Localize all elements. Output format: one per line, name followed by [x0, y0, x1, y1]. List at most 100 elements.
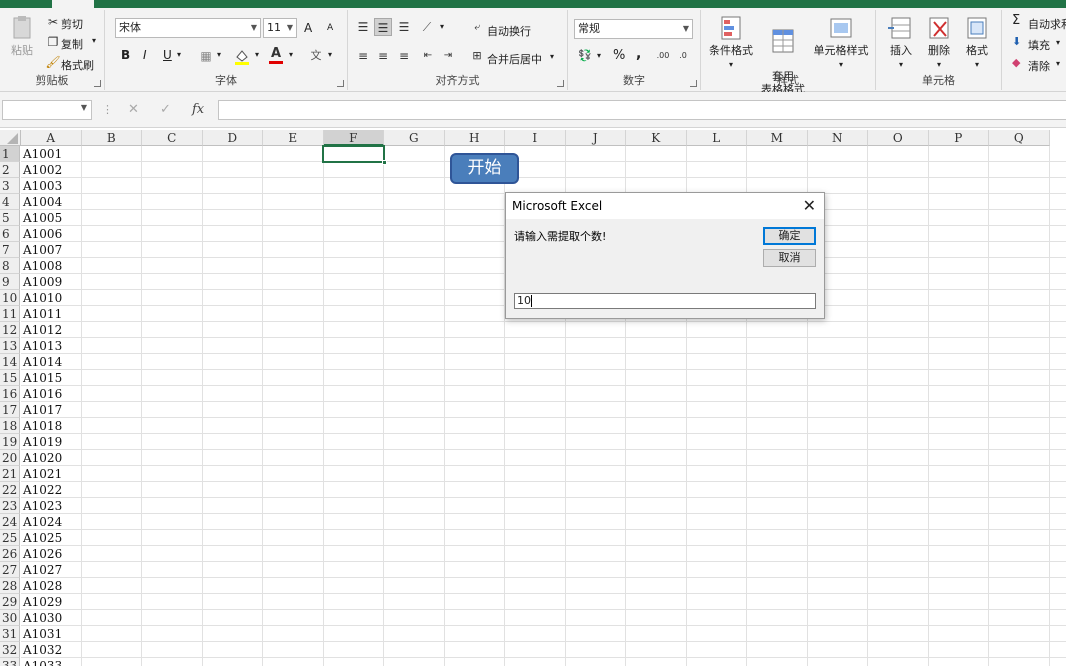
cell-a24[interactable]: A1024: [21, 514, 81, 530]
format-button[interactable]: 格式 ▾: [958, 14, 996, 71]
row-header-6[interactable]: 6: [0, 226, 20, 242]
phonetic-dropdown-icon[interactable]: ▾: [328, 50, 332, 59]
row-header-16[interactable]: 16: [0, 386, 20, 402]
border-icon[interactable]: ▦: [197, 47, 215, 65]
cell-a6[interactable]: A1006: [21, 226, 81, 242]
start-button[interactable]: 开始: [450, 153, 519, 184]
row-header-14[interactable]: 14: [0, 354, 20, 370]
row-header-33[interactable]: 33: [0, 658, 20, 666]
alignment-launcher-icon[interactable]: [557, 80, 564, 87]
count-input[interactable]: 10: [514, 293, 816, 309]
close-icon[interactable]: ✕: [803, 196, 816, 215]
insert-function-icon[interactable]: fx: [192, 102, 204, 117]
row-header-29[interactable]: 29: [0, 594, 20, 610]
column-header-q[interactable]: Q: [989, 130, 1050, 146]
ok-button[interactable]: 确定: [763, 227, 816, 245]
align-bottom-icon[interactable]: ☰: [395, 18, 413, 36]
column-header-b[interactable]: B: [81, 130, 142, 146]
insert-button[interactable]: 插入 ▾: [882, 14, 920, 71]
column-header-n[interactable]: N: [807, 130, 868, 146]
cancel-icon[interactable]: ✕: [128, 102, 139, 117]
row-header-23[interactable]: 23: [0, 498, 20, 514]
cell-a5[interactable]: A1005: [21, 210, 81, 226]
row-header-7[interactable]: 7: [0, 242, 20, 258]
percent-button[interactable]: %: [613, 48, 625, 63]
row-header-5[interactable]: 5: [0, 210, 20, 226]
underline-dropdown-icon[interactable]: ▾: [177, 50, 181, 59]
paste-button[interactable]: 粘贴: [4, 14, 40, 57]
fill-dropdown-icon[interactable]: ▾: [255, 50, 259, 59]
bold-button[interactable]: B: [121, 48, 130, 62]
column-header-c[interactable]: C: [142, 130, 203, 146]
phonetic-icon[interactable]: 文: [307, 47, 325, 65]
row-header-13[interactable]: 13: [0, 338, 20, 354]
column-header-d[interactable]: D: [202, 130, 263, 146]
column-header-g[interactable]: G: [384, 130, 445, 146]
cell-a14[interactable]: A1014: [21, 354, 81, 370]
column-header-l[interactable]: L: [686, 130, 747, 146]
orientation-icon[interactable]: ⟋: [418, 18, 436, 36]
row-header-32[interactable]: 32: [0, 642, 20, 658]
number-launcher-icon[interactable]: [690, 80, 697, 87]
clipboard-launcher-icon[interactable]: [94, 80, 101, 87]
row-header-9[interactable]: 9: [0, 274, 20, 290]
border-dropdown-icon[interactable]: ▾: [217, 50, 221, 59]
italic-button[interactable]: I: [143, 48, 147, 62]
conditional-formatting-button[interactable]: 条件格式 ▾: [707, 14, 755, 71]
row-header-21[interactable]: 21: [0, 466, 20, 482]
chevron-down-icon[interactable]: ▼: [81, 103, 87, 112]
font-name-select[interactable]: 宋体 ▼: [115, 18, 261, 38]
cell-a4[interactable]: A1004: [21, 194, 81, 210]
row-header-4[interactable]: 4: [0, 194, 20, 210]
row-header-2[interactable]: 2: [0, 162, 20, 178]
column-header-a[interactable]: A: [21, 130, 82, 146]
row-header-12[interactable]: 12: [0, 322, 20, 338]
cancel-button[interactable]: 取消: [763, 249, 816, 267]
column-header-k[interactable]: K: [626, 130, 687, 146]
row-header-19[interactable]: 19: [0, 434, 20, 450]
column-header-h[interactable]: H: [444, 130, 505, 146]
font-size-select[interactable]: 11 ▼: [263, 18, 297, 38]
column-header-p[interactable]: P: [928, 130, 989, 146]
fill-color-icon[interactable]: [233, 47, 251, 65]
row-header-11[interactable]: 11: [0, 306, 20, 322]
row-header-10[interactable]: 10: [0, 290, 20, 306]
decrease-font-button[interactable]: A: [327, 23, 333, 33]
wrap-text-button[interactable]: 自动换行: [487, 23, 531, 39]
cell-a3[interactable]: A1003: [21, 178, 81, 194]
select-all-corner[interactable]: [0, 130, 21, 146]
fill-dropdown-icon[interactable]: ▾: [1056, 38, 1060, 47]
cell-a11[interactable]: A1011: [21, 306, 81, 322]
row-header-24[interactable]: 24: [0, 514, 20, 530]
cell-a12[interactable]: A1012: [21, 322, 81, 338]
cell-a22[interactable]: A1022: [21, 482, 81, 498]
cell-a29[interactable]: A1029: [21, 594, 81, 610]
active-tab-indicator[interactable]: [52, 0, 94, 8]
cell-a28[interactable]: A1028: [21, 578, 81, 594]
cell-a27[interactable]: A1027: [21, 562, 81, 578]
number-format-select[interactable]: 常规 ▼: [574, 19, 693, 39]
fill-button[interactable]: 填充: [1028, 37, 1050, 53]
increase-indent-icon[interactable]: ⇥: [439, 47, 457, 65]
font-color-dropdown-icon[interactable]: ▾: [289, 50, 293, 59]
copy-dropdown-icon[interactable]: ▾: [92, 36, 96, 45]
align-top-icon[interactable]: ☰: [354, 18, 372, 36]
merge-center-button[interactable]: 合并后居中: [487, 51, 542, 67]
cell-styles-button[interactable]: 单元格样式 ▾: [811, 14, 871, 71]
cut-button[interactable]: 剪切: [61, 16, 83, 32]
cell-a19[interactable]: A1019: [21, 434, 81, 450]
column-header-m[interactable]: M: [747, 130, 808, 146]
autosum-button[interactable]: 自动求和: [1028, 16, 1066, 32]
column-header-o[interactable]: O: [868, 130, 929, 146]
row-header-27[interactable]: 27: [0, 562, 20, 578]
currency-icon[interactable]: 💱: [576, 47, 594, 65]
cell-a31[interactable]: A1031: [21, 626, 81, 642]
cell-a1[interactable]: A1001: [21, 146, 81, 162]
increase-decimal-icon[interactable]: .00: [654, 47, 672, 65]
orientation-dropdown-icon[interactable]: ▾: [440, 22, 444, 31]
cell-a8[interactable]: A1008: [21, 258, 81, 274]
align-center-icon[interactable]: ≡: [374, 47, 392, 65]
enter-icon[interactable]: ✓: [160, 102, 171, 117]
cell-a21[interactable]: A1021: [21, 466, 81, 482]
row-header-3[interactable]: 3: [0, 178, 20, 194]
